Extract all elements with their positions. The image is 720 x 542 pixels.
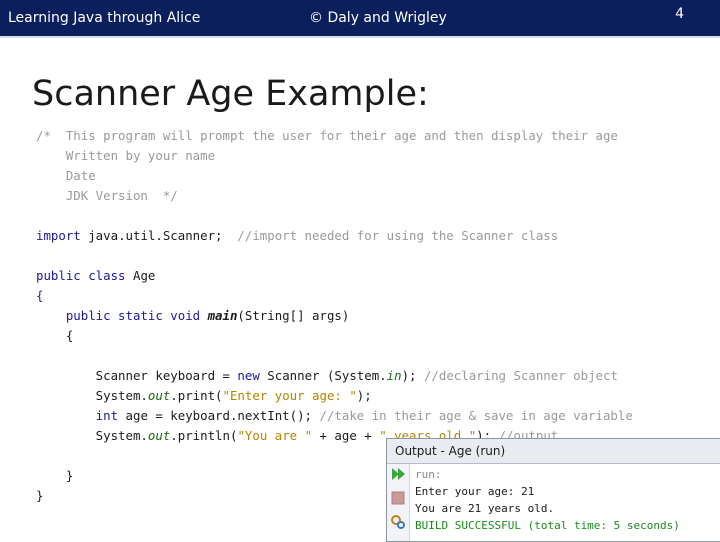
rerun-icon[interactable] xyxy=(390,466,406,482)
code-text: Age xyxy=(125,268,156,283)
code-brace: } xyxy=(36,468,74,483)
code-keyword: int xyxy=(36,408,119,423)
code-keyword: import xyxy=(36,228,81,243)
code-text: .println( xyxy=(170,428,238,443)
console-line: Enter your age: 21 xyxy=(415,485,535,498)
copyright-text: © Daly and Wrigley xyxy=(309,10,447,26)
code-method-name: main xyxy=(207,308,238,323)
code-comment-line: /* This program will prompt the user for… xyxy=(36,128,618,143)
code-text: age = keyboard.nextInt(); xyxy=(118,408,320,423)
console-line: run: xyxy=(415,468,442,481)
code-field: out xyxy=(147,388,171,403)
settings-icon[interactable] xyxy=(390,514,406,530)
output-window-title: Output - Age (run) xyxy=(387,439,720,464)
slide-header: Learning Java through Alice © Daly and W… xyxy=(0,0,720,36)
code-comment-line: Date xyxy=(36,168,96,183)
course-title: Learning Java through Alice xyxy=(8,10,201,26)
code-text: Scanner keyboard = xyxy=(36,368,238,383)
code-text: (String[] args) xyxy=(237,308,350,323)
code-brace: { xyxy=(36,328,74,343)
header-divider xyxy=(0,36,720,38)
console-line: BUILD SUCCESSFUL (total time: 5 seconds) xyxy=(415,519,680,532)
code-comment-line: JDK Version */ xyxy=(36,188,178,203)
code-brace: { xyxy=(36,288,44,303)
code-text: Scanner (System. xyxy=(259,368,387,383)
stop-icon[interactable] xyxy=(390,490,406,506)
code-keyword: new xyxy=(237,368,260,383)
code-string: "You are " xyxy=(237,428,313,443)
code-text: .print( xyxy=(170,388,223,403)
code-field: in xyxy=(386,368,402,383)
code-field: out xyxy=(147,428,171,443)
code-keyword: public class xyxy=(36,268,126,283)
page-number: 4 xyxy=(675,6,684,22)
console-line: You are 21 years old. xyxy=(415,502,555,515)
code-comment-line: Written by your name xyxy=(36,148,216,163)
code-text: System. xyxy=(36,388,148,403)
code-text: ); xyxy=(356,388,372,403)
code-brace: } xyxy=(36,488,44,503)
code-string: "Enter your age: " xyxy=(222,388,357,403)
code-text: ); xyxy=(401,368,424,383)
code-text: + age + xyxy=(312,428,380,443)
code-keyword: public static void xyxy=(36,308,208,323)
code-text: System. xyxy=(36,428,148,443)
code-comment: //take in their age & save in age variab… xyxy=(319,408,633,423)
output-window: Output - Age (run) run: Enter your age: … xyxy=(386,438,720,542)
code-text: java.util.Scanner; xyxy=(80,228,238,243)
slide-title: Scanner Age Example: xyxy=(32,74,429,114)
output-toolbar xyxy=(387,464,410,541)
output-console: run: Enter your age: 21 You are 21 years… xyxy=(415,466,680,534)
code-comment: //declaring Scanner object xyxy=(423,368,618,383)
code-comment: //import needed for using the Scanner cl… xyxy=(237,228,559,243)
